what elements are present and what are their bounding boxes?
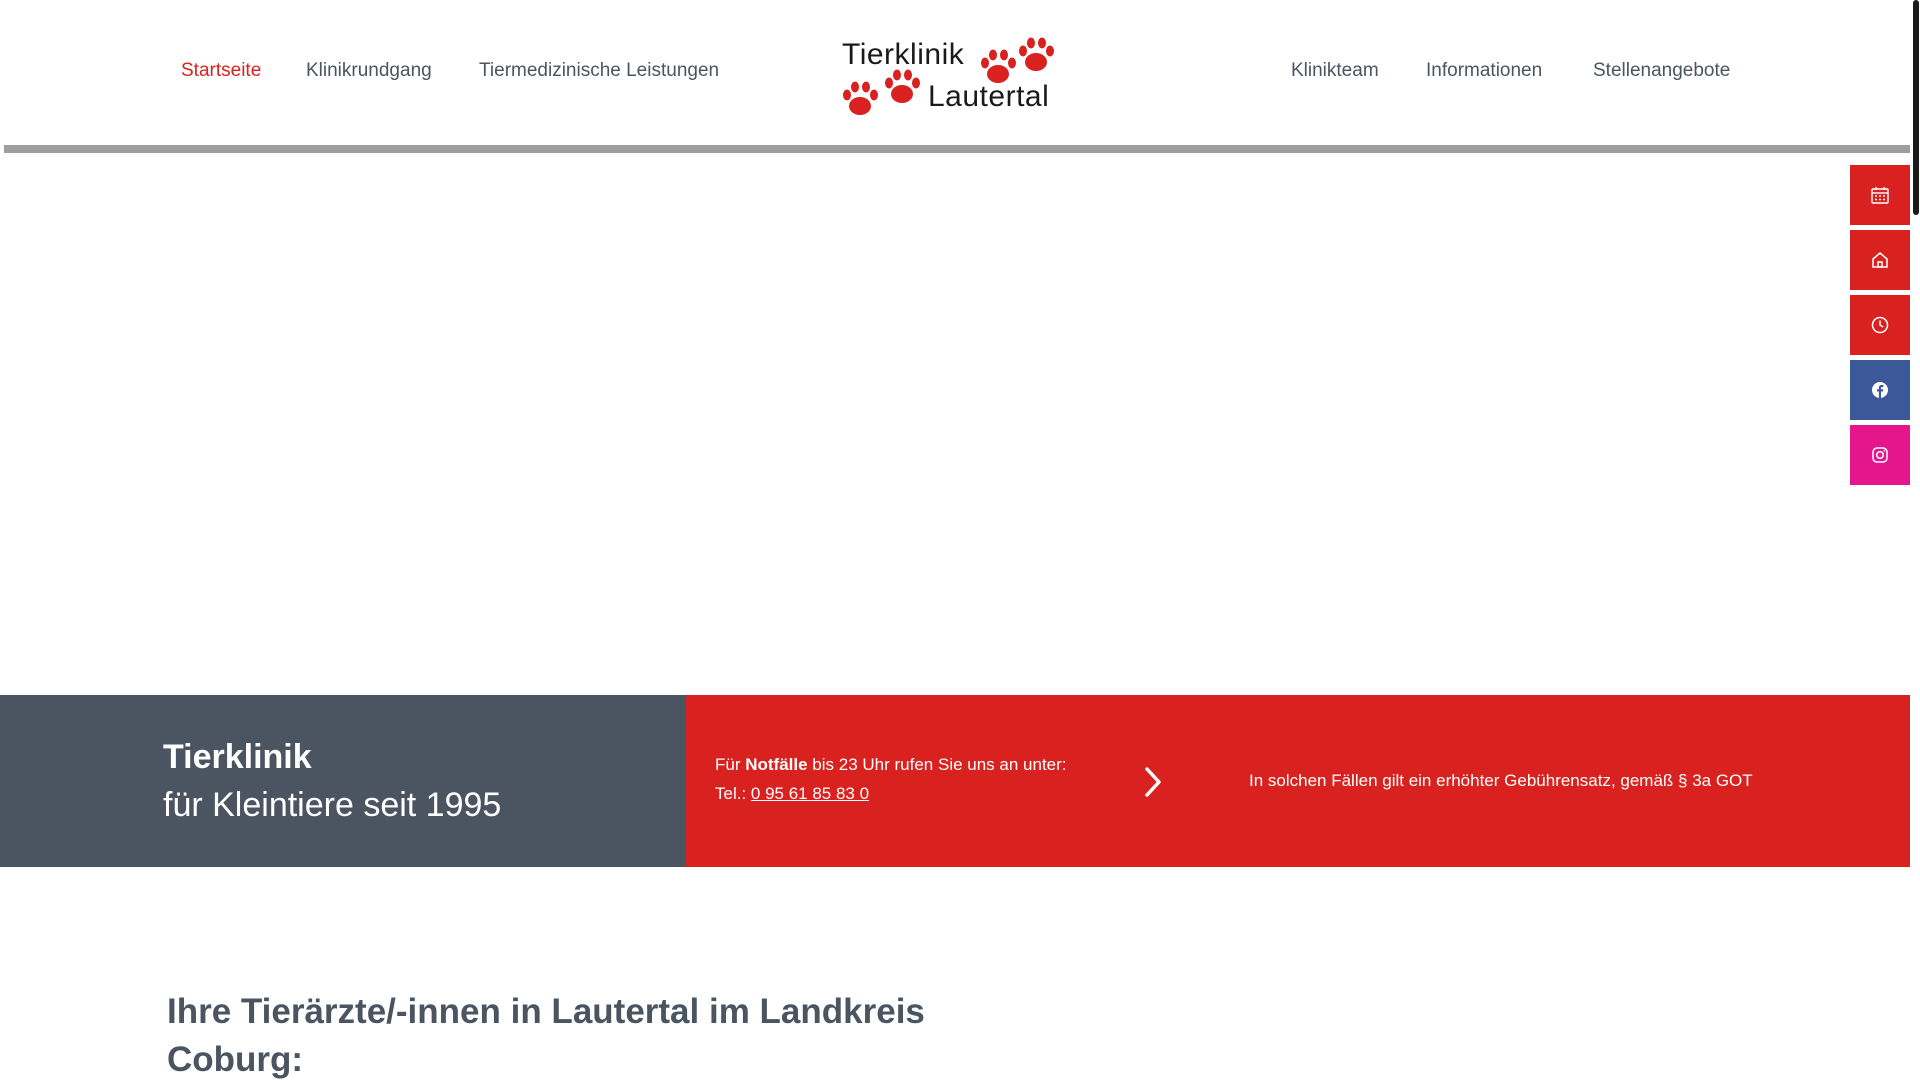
fee-note: In solchen Fällen gilt ein erhöhter Gebü…	[1249, 771, 1753, 790]
calendar-icon	[1871, 187, 1889, 204]
info-band-left	[0, 695, 686, 867]
nav-klinikrundgang[interactable]: Klinikrundgang	[306, 60, 432, 82]
paw-icon	[885, 69, 920, 103]
page-heading: Ihre Tierärzte/-innen in Lautertal im La…	[167, 992, 925, 1079]
site-logo[interactable]: Tierklinik Lautertal	[840, 36, 1055, 118]
nav-tiermedizinische-leistungen[interactable]: Tiermedizinische Leistungen	[479, 60, 719, 82]
band-subtitle: für Kleintiere seit 1995	[163, 786, 502, 824]
emergency-phone-line: Tel.: 0 95 61 85 83 0	[715, 784, 870, 803]
side-button-clock[interactable]	[1850, 295, 1910, 355]
scrollbar-thumb[interactable]	[1913, 0, 1919, 215]
side-button-calendar[interactable]	[1850, 165, 1910, 225]
paw-icon	[981, 49, 1016, 83]
side-button-facebook[interactable]	[1850, 360, 1910, 420]
instagram-icon	[1872, 447, 1888, 463]
phone-link[interactable]: 0 95 61 85 83 0	[751, 784, 869, 803]
paw-icon	[843, 81, 878, 115]
logo-text-line1: Tierklinik	[842, 38, 965, 71]
nav-stellenangebote[interactable]: Stellenangebote	[1593, 60, 1730, 82]
emergency-text: Für Notfälle bis 23 Uhr rufen Sie uns an…	[715, 755, 1067, 774]
header-divider	[4, 145, 1910, 153]
facebook-icon	[1872, 382, 1888, 398]
nav-informationen[interactable]: Informationen	[1426, 60, 1542, 82]
site-header: Startseite Klinikrundgang Tiermedizinisc…	[0, 0, 1910, 153]
clock-icon	[1871, 316, 1889, 334]
side-button-home[interactable]	[1850, 230, 1910, 290]
chevron-right-icon[interactable]	[1138, 764, 1168, 800]
nav-startseite[interactable]: Startseite	[181, 60, 261, 82]
band-title: Tierklinik	[163, 738, 312, 776]
paw-icon	[1019, 37, 1054, 71]
nav-klinikteam[interactable]: Klinikteam	[1291, 60, 1379, 82]
emergency-bold: Notfälle	[745, 755, 808, 774]
home-icon	[1872, 252, 1888, 268]
side-button-instagram[interactable]	[1850, 425, 1910, 485]
